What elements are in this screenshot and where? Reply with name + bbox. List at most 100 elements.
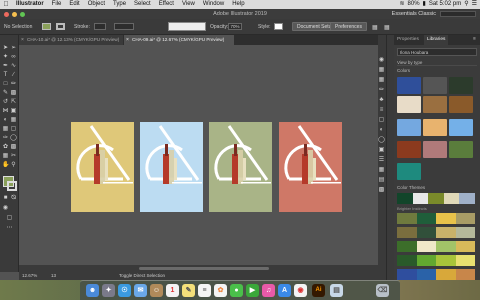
gradient-panel-icon[interactable]: ▢ xyxy=(378,117,385,124)
color-swatch[interactable] xyxy=(423,119,447,136)
menu-list-icon[interactable]: ☰ xyxy=(472,0,477,9)
eraser-tool-icon[interactable]: ▩ xyxy=(10,90,17,97)
library-select[interactable]: Ilona Houbara xyxy=(397,48,477,56)
minimize-button[interactable] xyxy=(12,12,17,17)
illustrator-icon[interactable]: Ai xyxy=(312,284,325,297)
paintbrush-tool-icon[interactable]: ✏ xyxy=(10,81,17,88)
current-tool-status[interactable]: Toggle Direct Selection xyxy=(119,272,165,280)
curvature-tool-icon[interactable]: ∿ xyxy=(10,63,17,70)
clock[interactable]: Sat 5:02 pm xyxy=(429,0,461,9)
column-graph-tool-icon[interactable]: ▩ xyxy=(10,144,17,151)
stroke-swatch[interactable] xyxy=(56,23,65,30)
menu-effect[interactable]: Effect xyxy=(155,0,178,9)
color-swatch[interactable] xyxy=(397,119,421,136)
color-theme[interactable] xyxy=(397,193,475,204)
panel-menu-icon[interactable]: ≡ xyxy=(470,35,479,45)
chrome-icon[interactable]: ◉ xyxy=(294,284,307,297)
apple-icon[interactable]:  xyxy=(0,0,12,9)
type-tool-icon[interactable]: T xyxy=(2,72,9,79)
appearance-panel-icon[interactable]: ◯ xyxy=(378,137,385,144)
color-swatch[interactable] xyxy=(397,96,421,113)
magic-wand-tool-icon[interactable]: ✦ xyxy=(2,54,9,61)
calendar-icon[interactable]: 1 xyxy=(166,284,179,297)
swatches-panel-icon[interactable]: ▦ xyxy=(378,77,385,84)
close-tab-icon[interactable]: × xyxy=(21,35,24,45)
screen-mode-icon[interactable]: ▢ xyxy=(6,215,13,222)
color-swatch[interactable] xyxy=(449,96,473,113)
lasso-tool-icon[interactable]: ∞ xyxy=(10,54,17,61)
artboards-panel-icon[interactable]: ▦ xyxy=(378,167,385,174)
brushes-panel-icon[interactable]: ✏ xyxy=(378,87,385,94)
wifi-icon[interactable]: ≋ xyxy=(399,0,404,9)
zoom-button[interactable] xyxy=(20,12,25,17)
finder-icon[interactable]: ☻ xyxy=(86,284,99,297)
tab-libraries[interactable]: Libraries xyxy=(424,35,449,45)
preview-icon[interactable]: ▤ xyxy=(330,284,343,297)
shaper-tool-icon[interactable]: ✎ xyxy=(2,90,9,97)
shape-builder-tool-icon[interactable]: ◐ xyxy=(2,117,9,124)
color-panel-icon[interactable]: ◉ xyxy=(378,57,385,64)
menu-edit[interactable]: Edit xyxy=(65,0,83,9)
menu-select[interactable]: Select xyxy=(130,0,155,9)
tab-properties[interactable]: Properties xyxy=(394,35,422,45)
reminders-icon[interactable]: ≡ xyxy=(198,284,211,297)
symbol-sprayer-tool-icon[interactable]: ✿ xyxy=(2,144,9,151)
menu-file[interactable]: File xyxy=(48,0,66,9)
search-stock-field[interactable] xyxy=(440,11,476,17)
rectangle-tool-icon[interactable]: □ xyxy=(2,81,9,88)
color-swatch[interactable] xyxy=(423,77,447,94)
eyedropper-tool-icon[interactable]: ✑ xyxy=(2,135,9,142)
variable-width-select[interactable] xyxy=(114,23,134,30)
rotate-tool-icon[interactable]: ↺ xyxy=(2,99,9,106)
safari-icon[interactable]: ☉ xyxy=(118,284,131,297)
facetime-icon[interactable]: ▶ xyxy=(246,284,259,297)
itunes-icon[interactable]: ♫ xyxy=(262,284,275,297)
battery-percent[interactable]: 80% xyxy=(408,0,420,9)
launchpad-icon[interactable]: ✦ xyxy=(102,284,115,297)
perspective-grid-tool-icon[interactable]: ▦ xyxy=(10,117,17,124)
hand-tool-icon[interactable]: ✋ xyxy=(2,162,9,169)
graphic-style-swatch[interactable] xyxy=(274,23,283,30)
fill-swatch[interactable] xyxy=(42,23,51,30)
mesh-tool-icon[interactable]: ▦ xyxy=(2,126,9,133)
canvas[interactable] xyxy=(19,45,386,272)
graphic-styles-icon[interactable]: ▣ xyxy=(378,147,385,154)
stroke-panel-icon[interactable]: ≡ xyxy=(378,107,385,114)
workspace-switcher[interactable]: Essentials Classic xyxy=(392,9,436,19)
transform-icon[interactable]: ▦ xyxy=(384,24,390,31)
mail-icon[interactable]: ✉ xyxy=(134,284,147,297)
theme-row[interactable] xyxy=(397,213,475,224)
line-tool-icon[interactable]: ∕ xyxy=(10,72,17,79)
brush-definition-select[interactable] xyxy=(168,22,206,31)
zoom-tool-icon[interactable]: ⚲ xyxy=(10,162,17,169)
theme-row[interactable] xyxy=(397,255,475,266)
battery-icon[interactable]: ▮ xyxy=(423,0,426,9)
color-swatch[interactable] xyxy=(397,77,421,94)
menu-object[interactable]: Object xyxy=(84,0,109,9)
trash-icon[interactable]: ⌫ xyxy=(376,284,389,297)
color-swatch[interactable] xyxy=(449,141,473,158)
theme-row[interactable] xyxy=(397,241,475,252)
slice-tool-icon[interactable]: ✂ xyxy=(10,153,17,160)
draw-mode-icon[interactable]: ◉ xyxy=(2,205,9,212)
artboard-tool-icon[interactable]: ▦ xyxy=(2,153,9,160)
contacts-icon[interactable]: ☺ xyxy=(150,284,163,297)
color-mode-icon[interactable]: ■ xyxy=(2,195,9,202)
gradient-tool-icon[interactable]: ▢ xyxy=(10,126,17,133)
blend-tool-icon[interactable]: ◯ xyxy=(10,135,17,142)
selection-tool-icon[interactable]: ➤ xyxy=(2,45,9,52)
color-swatch[interactable] xyxy=(397,163,421,180)
color-guide-icon[interactable]: ▦ xyxy=(378,67,385,74)
artboard-navigation[interactable]: 13 xyxy=(51,272,56,280)
layers-panel-icon[interactable]: ☰ xyxy=(378,157,385,164)
pathfinder-panel-icon[interactable]: ▩ xyxy=(378,187,385,194)
messages-icon[interactable]: ● xyxy=(230,284,243,297)
none-color-icon[interactable]: ⦰ xyxy=(10,195,17,202)
free-transform-tool-icon[interactable]: ▣ xyxy=(10,108,17,115)
photos-icon[interactable]: ✿ xyxy=(214,284,227,297)
pen-tool-icon[interactable]: ✒ xyxy=(2,63,9,70)
notes-icon[interactable]: ✎ xyxy=(182,284,195,297)
menu-type[interactable]: Type xyxy=(109,0,130,9)
search-icon[interactable]: ⚲ xyxy=(464,0,468,9)
preferences-button[interactable]: Preferences xyxy=(330,22,367,31)
